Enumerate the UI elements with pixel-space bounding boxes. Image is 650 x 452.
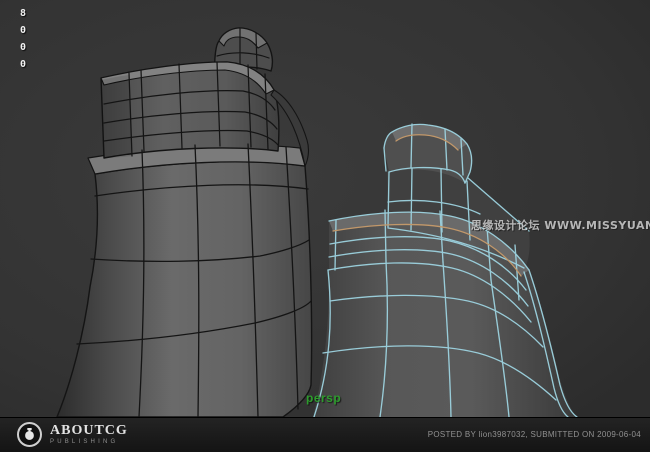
brand-tagline: PUBLISHING (50, 439, 128, 445)
hud-digit: 0 (20, 22, 26, 39)
hud-digit: 8 (20, 5, 26, 22)
credit-text: POSTED BY lion3987032, SUBMITTED ON 2009… (428, 430, 641, 439)
3d-viewport[interactable]: 8 0 0 0 思缘设计论坛 WWW.MISSYUAN.COM persp (0, 0, 650, 417)
aboutcg-logo: ABOUTCG PUBLISHING (17, 422, 128, 447)
watermark: 思缘设计论坛 WWW.MISSYUAN.COM (471, 217, 650, 233)
hud-digit: 0 (20, 56, 26, 73)
application-window: 8 0 0 0 思缘设计论坛 WWW.MISSYUAN.COM persp AB… (0, 0, 650, 452)
hud-digit-column: 8 0 0 0 (20, 5, 26, 73)
scene-canvas[interactable] (0, 0, 650, 417)
brand-name: ABOUTCG (50, 424, 128, 437)
footer-bar: ABOUTCG PUBLISHING POSTED BY lion3987032… (0, 417, 650, 452)
logo-text: ABOUTCG PUBLISHING (50, 424, 128, 445)
logo-ring (17, 422, 42, 447)
pot-logo-icon (24, 428, 35, 441)
camera-label: persp (306, 391, 341, 405)
hud-digit: 0 (20, 39, 26, 56)
